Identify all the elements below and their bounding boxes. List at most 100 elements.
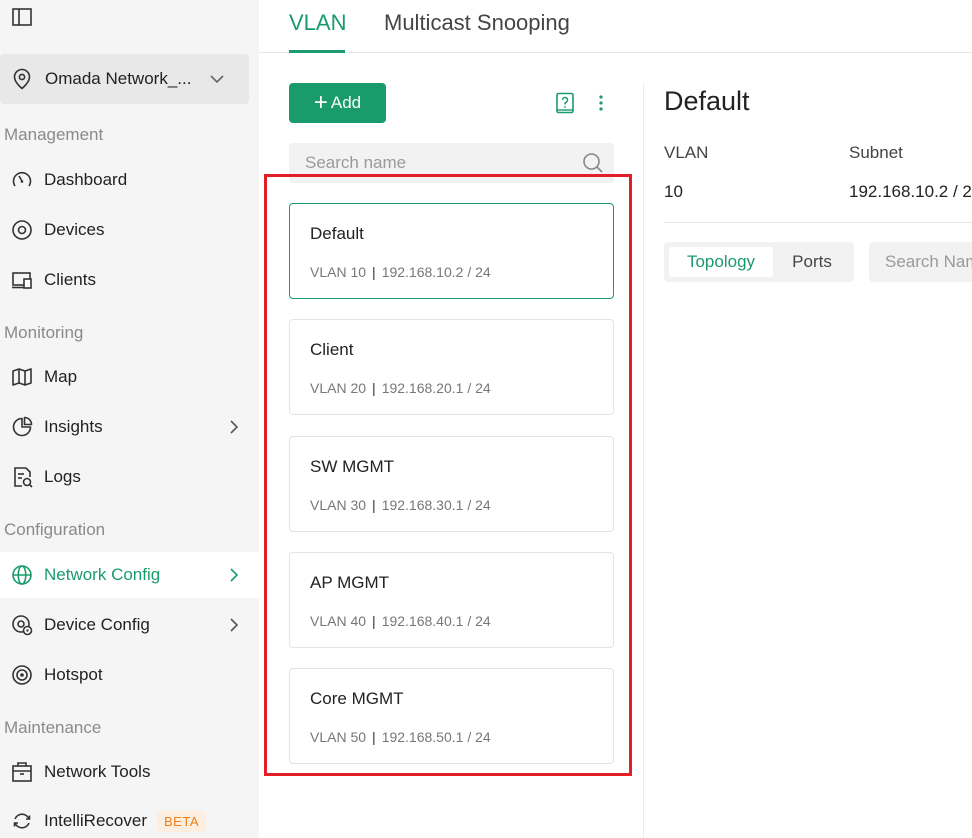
device-config-icon <box>10 613 34 637</box>
detail-subnet-label: Subnet <box>849 143 903 162</box>
vlan-meta: VLAN 10 | 192.168.10.2 / 24 <box>310 264 491 280</box>
separator: | <box>372 264 376 280</box>
map-icon <box>10 365 34 389</box>
sidebar-item-hotspot[interactable]: Hotspot <box>0 652 259 698</box>
separator: | <box>372 380 376 396</box>
vlan-name: Core MGMT <box>310 689 404 708</box>
guide-book-icon[interactable] <box>554 92 576 114</box>
sidebar-item-network-config[interactable]: Network Config <box>0 552 259 598</box>
hotspot-icon <box>10 663 34 687</box>
sidebar-item-map[interactable]: Map <box>0 354 259 400</box>
detail-title: Default <box>664 86 750 116</box>
location-pin-icon <box>11 68 33 90</box>
globe-icon <box>10 563 34 587</box>
sidebar-item-label: Insights <box>44 417 103 436</box>
site-selector[interactable]: Omada Network_... <box>0 54 249 104</box>
insights-icon <box>10 415 34 439</box>
detail-search-input[interactable] <box>869 242 972 282</box>
detail-search-box <box>869 242 972 282</box>
sidebar-item-label: Clients <box>44 270 96 289</box>
tab-bar: VLAN Multicast Snooping <box>259 0 972 53</box>
sidebar-item-logs[interactable]: Logs <box>0 454 259 500</box>
active-tab-indicator <box>289 50 345 53</box>
detail-subnet-value: 192.168.10.2 / 24 <box>849 182 972 201</box>
vlan-card-client[interactable]: Client VLAN 20 | 192.168.20.1 / 24 <box>289 319 614 415</box>
sidebar-item-label: Device Config <box>44 615 150 634</box>
segment-topology[interactable]: Topology <box>669 247 773 277</box>
section-maintenance: Maintenance <box>4 718 102 737</box>
dashboard-icon <box>10 168 34 192</box>
section-management: Management <box>4 125 104 144</box>
vlan-subnet: 192.168.30.1 / 24 <box>381 497 491 513</box>
sidebar-item-device-config[interactable]: Device Config <box>0 602 259 648</box>
chevron-down-icon <box>209 71 225 87</box>
chevron-right-icon <box>227 617 241 633</box>
sidebar-item-network-tools[interactable]: Network Tools <box>0 749 259 795</box>
vlan-card-sw-mgmt[interactable]: SW MGMT VLAN 30 | 192.168.30.1 / 24 <box>289 436 614 532</box>
detail-divider <box>664 222 972 223</box>
sidebar-item-label: Dashboard <box>44 170 128 189</box>
sidebar-item-label: Logs <box>44 467 81 486</box>
sidebar-item-label: Network Config <box>44 565 161 584</box>
vlan-id: VLAN 50 <box>310 729 367 745</box>
more-options-icon[interactable] <box>592 92 610 114</box>
search-icon[interactable] <box>582 152 604 174</box>
vlan-id: VLAN 40 <box>310 613 367 629</box>
tab-multicast-snooping[interactable]: Multicast Snooping <box>384 10 570 36</box>
vlan-card-ap-mgmt[interactable]: AP MGMT VLAN 40 | 192.168.40.1 / 24 <box>289 552 614 648</box>
panel-divider <box>643 83 644 838</box>
detail-vlan-label: VLAN <box>664 143 709 162</box>
vlan-meta: VLAN 50 | 192.168.50.1 / 24 <box>310 729 491 745</box>
sidebar-item-label: Hotspot <box>44 665 103 684</box>
chevron-right-icon <box>227 567 241 583</box>
sidebar-item-label: Map <box>44 367 78 386</box>
section-monitoring: Monitoring <box>4 323 84 342</box>
add-button-label: Add <box>330 93 362 112</box>
separator: | <box>372 613 376 629</box>
separator: | <box>372 729 376 745</box>
chevron-right-icon <box>227 419 241 435</box>
vlan-name: Default <box>310 224 364 243</box>
plus-icon: + <box>313 89 328 116</box>
sidebar: Omada Network_... Management Dashboard D… <box>0 0 259 838</box>
sidebar-item-intellirecover[interactable]: IntelliRecover BETA <box>0 798 259 838</box>
section-configuration: Configuration <box>4 520 106 539</box>
sidebar-item-clients[interactable]: Clients <box>0 257 259 303</box>
tab-vlan[interactable]: VLAN <box>289 10 346 36</box>
sidebar-item-insights[interactable]: Insights <box>0 404 259 450</box>
vlan-card-default[interactable]: Default VLAN 10 | 192.168.10.2 / 24 <box>289 203 614 299</box>
vlan-id: VLAN 10 <box>310 264 367 280</box>
vlan-name: AP MGMT <box>310 573 390 592</box>
detail-vlan-value: 10 <box>664 182 683 201</box>
sidebar-item-label: IntelliRecover <box>44 811 147 830</box>
recover-icon <box>10 809 34 833</box>
vlan-name: SW MGMT <box>310 457 395 476</box>
sidebar-collapse-icon[interactable] <box>11 6 33 28</box>
vlan-card-core-mgmt[interactable]: Core MGMT VLAN 50 | 192.168.50.1 / 24 <box>289 668 614 764</box>
sidebar-item-devices[interactable]: Devices <box>0 207 259 253</box>
site-name: Omada Network_... <box>45 69 192 88</box>
vlan-subnet: 192.168.10.2 / 24 <box>381 264 491 280</box>
vlan-meta: VLAN 20 | 192.168.20.1 / 24 <box>310 380 491 396</box>
beta-badge: BETA <box>157 810 206 832</box>
vlan-subnet: 192.168.20.1 / 24 <box>381 380 491 396</box>
segment-ports[interactable]: Ports <box>775 247 849 277</box>
vlan-meta: VLAN 30 | 192.168.30.1 / 24 <box>310 497 491 513</box>
vlan-search-box <box>289 143 614 183</box>
vlan-subnet: 192.168.40.1 / 24 <box>381 613 491 629</box>
separator: | <box>372 497 376 513</box>
logs-icon <box>10 465 34 489</box>
toolbox-icon <box>10 760 34 784</box>
vlan-meta: VLAN 40 | 192.168.40.1 / 24 <box>310 613 491 629</box>
sidebar-item-label: Network Tools <box>44 762 151 781</box>
clients-icon <box>10 268 34 292</box>
add-vlan-button[interactable]: + Add <box>289 83 386 123</box>
vlan-id: VLAN 30 <box>310 497 367 513</box>
view-segmented-control: Topology Ports <box>664 242 854 282</box>
sidebar-item-dashboard[interactable]: Dashboard <box>0 157 259 203</box>
sidebar-item-label: Devices <box>44 220 105 239</box>
search-input[interactable] <box>289 143 579 183</box>
vlan-name: Client <box>310 340 354 359</box>
vlan-subnet: 192.168.50.1 / 24 <box>381 729 491 745</box>
vlan-id: VLAN 20 <box>310 380 367 396</box>
